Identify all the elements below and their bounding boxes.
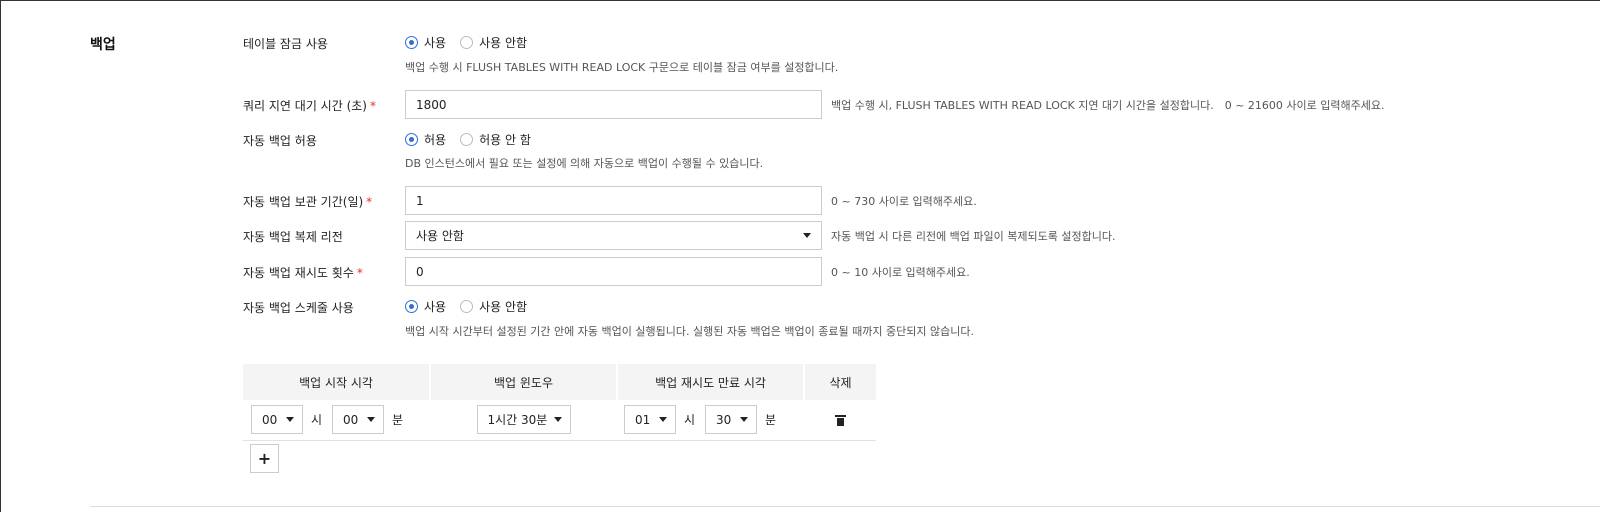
- chevron-down-icon: [803, 233, 811, 238]
- hour-unit: 시: [684, 413, 696, 428]
- auto-backup-option-allow[interactable]: 허용: [405, 131, 446, 148]
- replication-region-label: 자동 백업 복제 리전: [243, 230, 343, 244]
- schedule-table-header: 백업 시작 시각 백업 윈도우 백업 재시도 만료 시각 삭제: [243, 364, 876, 400]
- retention-label: 자동 백업 보관 기간(일) *: [243, 195, 373, 209]
- chevron-down-icon: [286, 417, 294, 423]
- schedule-table: 백업 시작 시각 백업 윈도우 백업 재시도 만료 시각 삭제 00 시 00 분 1…: [243, 364, 876, 441]
- chevron-down-icon: [367, 417, 376, 423]
- start-hour-select[interactable]: 00: [251, 405, 303, 435]
- expire-time-cell: 01 시 30 분: [617, 400, 804, 441]
- required-mark: *: [369, 99, 376, 113]
- auto-backup-option-deny[interactable]: 허용 안 함: [460, 131, 531, 148]
- chevron-down-icon: [659, 417, 667, 423]
- expire-minute-select[interactable]: 30: [705, 405, 758, 435]
- radio-unchecked-icon[interactable]: [460, 36, 474, 49]
- query-delay-range: 0 ~ 21600 사이로 입력해주세요.: [1224, 99, 1385, 112]
- query-delay-help: 백업 수행 시, FLUSH TABLES WITH READ LOCK 지연 …: [831, 99, 1385, 112]
- table-row: 00 시 00 분 1시간 30분 01 시 30 분: [243, 400, 876, 441]
- auto-backup-label: 자동 백업 허용: [243, 134, 317, 148]
- trash-icon[interactable]: [834, 414, 846, 426]
- expire-hour-select[interactable]: 01: [624, 405, 676, 435]
- backup-window-select[interactable]: 1시간 30분: [476, 405, 571, 435]
- schedule-radio-group: 사용 사용 안함: [405, 298, 541, 315]
- auto-backup-radio-group: 허용 허용 안 함: [405, 131, 545, 148]
- required-mark: *: [366, 195, 373, 209]
- column-header-expire: 백업 재시도 만료 시각: [617, 364, 805, 400]
- retry-count-label: 자동 백업 재시도 횟수 *: [243, 266, 363, 280]
- retry-count-input[interactable]: 0: [405, 257, 822, 286]
- radio-checked-icon[interactable]: [405, 36, 418, 49]
- column-header-window: 백업 윈도우: [430, 364, 618, 400]
- chevron-down-icon: [740, 417, 749, 423]
- schedule-label: 자동 백업 스케줄 사용: [243, 301, 354, 315]
- hour-unit: 시: [311, 413, 323, 428]
- retention-input[interactable]: 1: [405, 186, 822, 215]
- radio-checked-icon[interactable]: [405, 133, 418, 146]
- retention-range: 0 ~ 730 사이로 입력해주세요.: [831, 195, 977, 208]
- radio-unchecked-icon[interactable]: [460, 133, 474, 146]
- window-cell: 1시간 30분: [430, 400, 617, 441]
- required-mark: *: [356, 266, 363, 280]
- column-header-delete: 삭제: [804, 364, 876, 400]
- auto-backup-help: DB 인스턴스에서 필요 또는 설정에 의해 자동으로 백업이 수행될 수 있습…: [405, 157, 764, 170]
- table-lock-radio-group: 사용 사용 안함: [405, 34, 541, 51]
- table-lock-option-nouse[interactable]: 사용 안함: [460, 34, 527, 51]
- replication-region-value: 사용 안함: [416, 229, 464, 243]
- minute-unit: 분: [392, 413, 404, 428]
- replication-region-select[interactable]: 사용 안함: [405, 221, 822, 250]
- query-delay-label: 쿼리 지연 대기 시간 (초) *: [243, 99, 376, 113]
- section-title: 백업: [90, 37, 116, 53]
- radio-checked-icon[interactable]: [405, 300, 418, 313]
- query-delay-input[interactable]: 1800: [405, 90, 822, 119]
- start-minute-select[interactable]: 00: [332, 405, 385, 435]
- table-lock-help: 백업 수행 시 FLUSH TABLES WITH READ LOCK 구문으로…: [405, 61, 839, 74]
- chevron-down-icon: [553, 417, 562, 423]
- section-divider: [90, 506, 1600, 507]
- table-lock-option-use[interactable]: 사용: [405, 34, 446, 51]
- column-header-start: 백업 시작 시각: [243, 364, 431, 400]
- schedule-option-nouse[interactable]: 사용 안함: [460, 298, 527, 315]
- schedule-help: 백업 시작 시간부터 설정된 기간 안에 자동 백업이 실행됩니다. 실행된 자…: [405, 325, 974, 338]
- minute-unit: 분: [765, 413, 777, 428]
- radio-unchecked-icon[interactable]: [460, 300, 474, 313]
- add-schedule-button[interactable]: +: [250, 444, 279, 473]
- schedule-option-use[interactable]: 사용: [405, 298, 446, 315]
- replication-region-help: 자동 백업 시 다른 리전에 백업 파일이 복제되도록 설정합니다.: [831, 230, 1116, 243]
- table-lock-label: 테이블 잠금 사용: [243, 37, 328, 51]
- delete-cell: [804, 400, 876, 441]
- retry-count-range: 0 ~ 10 사이로 입력해주세요.: [831, 266, 970, 279]
- start-time-cell: 00 시 00 분: [243, 400, 430, 441]
